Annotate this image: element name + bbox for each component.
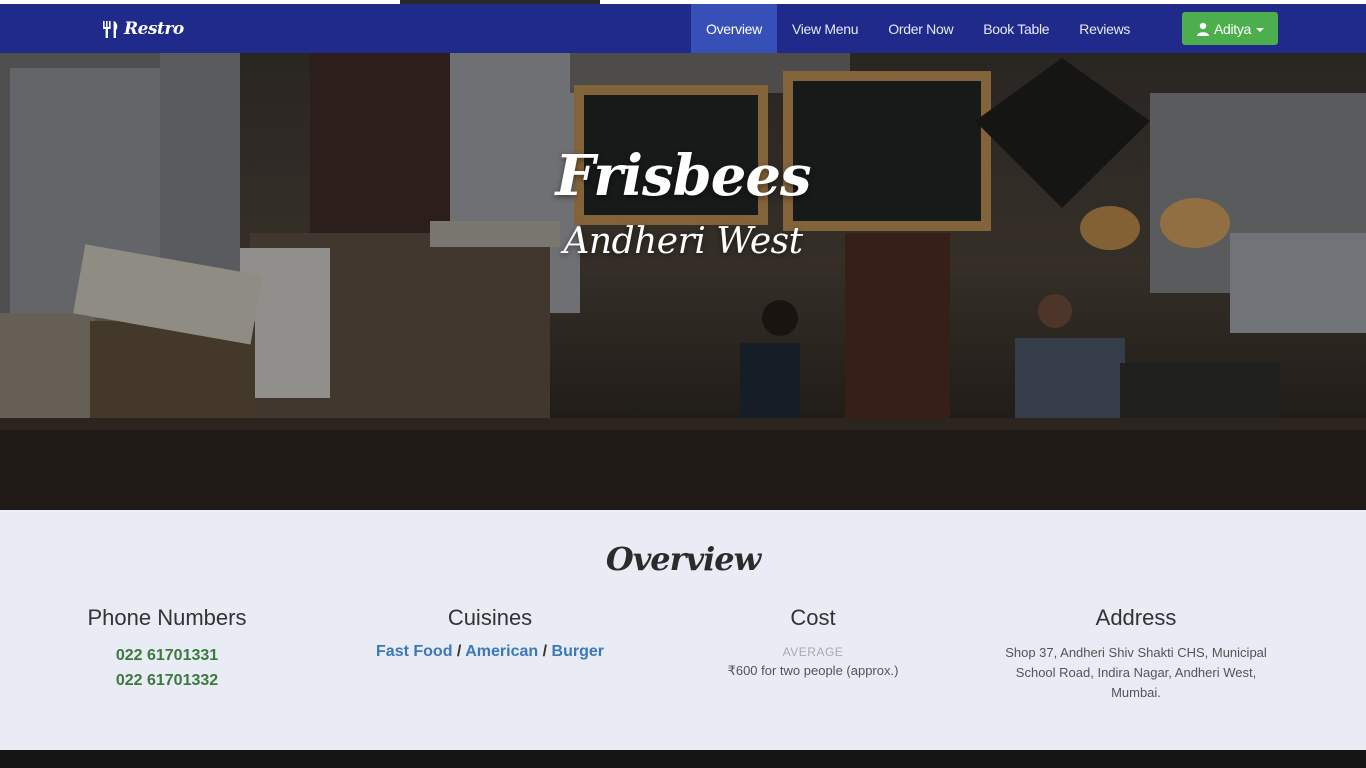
address-text: Shop 37, Andheri Shiv Shakti CHS, Munici…	[1005, 645, 1267, 700]
cuisine-link[interactable]: American	[465, 643, 538, 660]
cuisine-link[interactable]: Fast Food	[376, 643, 452, 660]
chevron-down-icon	[1256, 27, 1265, 32]
phone-number[interactable]: 022 61701332	[7, 668, 327, 693]
user-icon	[1196, 22, 1209, 36]
cost-heading: Cost	[790, 605, 836, 630]
main-nav: Overview View Menu Order Now Book Table …	[691, 4, 1145, 53]
overview-section: Overview Phone Numbers 022 61701331 022 …	[0, 510, 1366, 750]
nav-order-now[interactable]: Order Now	[873, 4, 968, 53]
user-menu-button[interactable]: Aditya	[1182, 12, 1278, 45]
cafe-background-image	[0, 53, 1366, 510]
bottom-strip	[0, 750, 1366, 768]
cuisines-column: Cuisines Fast Food / American / Burger	[330, 605, 650, 661]
nav-book-table[interactable]: Book Table	[968, 4, 1064, 53]
brand-logo[interactable]: Restro	[100, 16, 184, 42]
cuisine-separator: /	[456, 643, 462, 660]
cost-value: ₹600 for two people (approx.)	[727, 663, 899, 678]
user-name: Aditya	[1213, 20, 1252, 37]
nav-reviews[interactable]: Reviews	[1064, 4, 1145, 53]
cuisine-link[interactable]: Burger	[552, 643, 604, 660]
cost-column: Cost AVERAGE ₹600 for two people (approx…	[653, 605, 973, 681]
phone-number[interactable]: 022 61701331	[7, 643, 327, 668]
restaurant-name: Frisbees	[555, 143, 811, 209]
cuisine-list: Fast Food / American / Burger	[330, 643, 650, 661]
fork-knife-icon	[103, 21, 118, 38]
nav-overview[interactable]: Overview	[691, 4, 777, 53]
phone-heading: Phone Numbers	[87, 605, 247, 630]
address-heading: Address	[1095, 605, 1177, 630]
nav-view-menu[interactable]: View Menu	[777, 4, 873, 53]
address-column: Address Shop 37, Andheri Shiv Shakti CHS…	[976, 605, 1296, 703]
cuisines-heading: Cuisines	[447, 605, 533, 630]
phone-numbers-column: Phone Numbers 022 61701331 022 61701332	[7, 605, 327, 693]
cost-label: AVERAGE	[782, 645, 844, 659]
brand-name: Restro	[124, 19, 184, 39]
hero-banner: Frisbees Andheri West	[0, 53, 1366, 510]
cuisine-separator: /	[542, 643, 548, 660]
restaurant-location: Andheri West	[563, 221, 803, 262]
overview-heading: Overview	[605, 540, 761, 578]
navbar: Restro Overview View Menu Order Now Book…	[0, 4, 1366, 53]
